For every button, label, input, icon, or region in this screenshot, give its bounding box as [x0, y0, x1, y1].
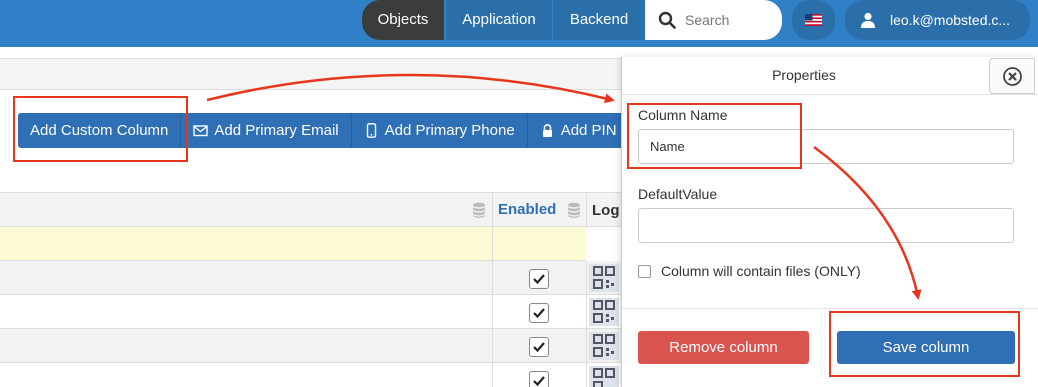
enabled-checkbox[interactable]: [529, 303, 549, 323]
remove-column-button[interactable]: Remove column: [638, 331, 809, 364]
search-input[interactable]: [685, 0, 775, 40]
add-custom-column-button[interactable]: Add Custom Column: [18, 113, 182, 148]
qr-code-icon[interactable]: [589, 332, 619, 360]
database-icon[interactable]: [472, 202, 486, 218]
column-divider: [492, 329, 493, 363]
files-option: Column will contain files (ONLY): [638, 263, 861, 279]
add-primary-email-label: Add Primary Email: [214, 122, 339, 139]
column-divider: [586, 329, 587, 363]
column-toolbar: Add Custom Column Add Primary Email Add …: [18, 113, 629, 148]
table-row[interactable]: [0, 261, 630, 295]
language-button[interactable]: [792, 0, 835, 40]
check-icon: [533, 308, 545, 319]
default-value-label: DefaultValue: [638, 186, 718, 202]
filter-strip: [0, 58, 630, 90]
nav-backend[interactable]: Backend: [553, 0, 645, 40]
column-name-input[interactable]: [638, 129, 1014, 164]
add-pin-label: Add PIN: [560, 122, 617, 139]
nav-objects[interactable]: Objects: [362, 0, 444, 40]
column-divider: [586, 295, 587, 329]
files-checkbox-label: Column will contain files (ONLY): [661, 263, 861, 279]
check-icon: [533, 342, 545, 353]
user-icon: [861, 12, 875, 28]
panel-divider: [622, 94, 1038, 95]
user-menu-button[interactable]: leo.k@mobsted.c...: [845, 0, 1030, 40]
us-flag-icon: [805, 14, 822, 26]
column-divider: [586, 193, 587, 228]
mobile-phone-icon: [366, 123, 376, 138]
nav-application[interactable]: Application: [446, 0, 552, 40]
add-primary-phone-button[interactable]: Add Primary Phone: [351, 113, 528, 148]
column-divider: [586, 363, 587, 387]
panel-footer-divider: [622, 308, 1038, 309]
column-divider: [492, 193, 493, 228]
table-row[interactable]: [0, 295, 630, 329]
save-column-button[interactable]: Save column: [837, 331, 1015, 364]
column-divider: [492, 295, 493, 329]
column-header-login[interactable]: Log: [592, 193, 620, 228]
panel-title: Properties: [772, 67, 836, 83]
check-icon: [533, 274, 545, 285]
files-checkbox[interactable]: [638, 264, 651, 278]
column-divider: [492, 227, 493, 261]
column-name-label: Column Name: [638, 107, 728, 123]
add-custom-column-label: Add Custom Column: [30, 122, 169, 139]
column-divider: [492, 261, 493, 295]
enabled-checkbox[interactable]: [529, 371, 549, 387]
close-icon: [1003, 67, 1022, 86]
add-primary-email-button[interactable]: Add Primary Email: [181, 113, 352, 148]
table-row[interactable]: [0, 329, 630, 363]
qr-code-icon[interactable]: [589, 264, 619, 292]
qr-code-icon[interactable]: [589, 298, 619, 326]
top-nav-bar: Objects Application Backend leo.k@mobste…: [0, 0, 1038, 47]
add-pin-button[interactable]: Add PIN: [527, 113, 629, 148]
user-email: leo.k@mobsted.c...: [890, 12, 1011, 28]
database-icon[interactable]: [567, 202, 581, 218]
enabled-checkbox[interactable]: [529, 269, 549, 289]
table-header: Enabled Log: [0, 192, 630, 228]
close-button[interactable]: [989, 58, 1035, 94]
column-divider: [586, 261, 587, 295]
enabled-checkbox[interactable]: [529, 337, 549, 357]
lock-icon: [542, 124, 552, 137]
search-box: [645, 0, 782, 40]
table-filter-row: [0, 227, 586, 261]
table-row[interactable]: [0, 363, 630, 387]
envelope-icon: [193, 125, 209, 137]
add-primary-phone-label: Add Primary Phone: [384, 122, 515, 139]
column-divider: [492, 363, 493, 387]
check-icon: [533, 376, 545, 387]
qr-code-icon[interactable]: [589, 366, 619, 387]
column-header-enabled[interactable]: Enabled: [498, 193, 556, 226]
search-icon: [658, 11, 676, 29]
default-value-input[interactable]: [638, 208, 1014, 243]
properties-panel: Properties Column Name DefaultValue Colu…: [621, 57, 1038, 387]
